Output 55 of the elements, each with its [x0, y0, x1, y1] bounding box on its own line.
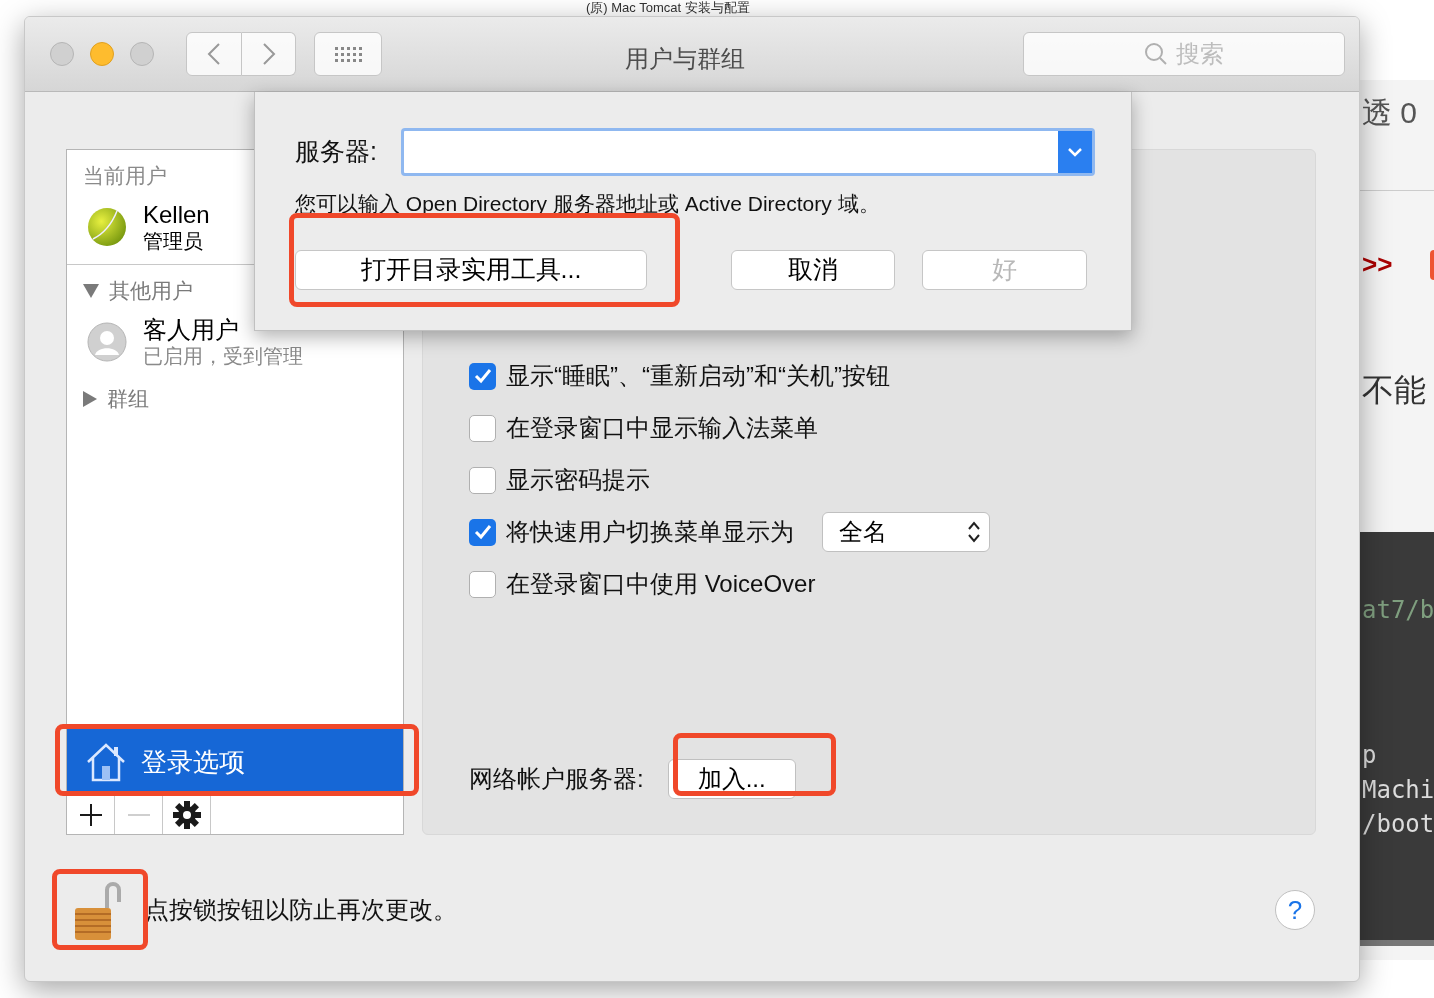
section-label: 当前用户 — [83, 163, 167, 190]
checkbox[interactable] — [469, 466, 496, 494]
code-line: p — [1362, 740, 1377, 771]
option-label: 在登录窗口中使用 VoiceOver — [506, 569, 816, 599]
house-icon — [85, 742, 127, 782]
checkbox[interactable] — [469, 362, 496, 390]
user-role: 管理员 — [143, 229, 204, 254]
forward-icon — [261, 42, 276, 66]
window-title: 用户与群组 — [625, 44, 745, 74]
network-server-label: 网络帐户服务器: — [469, 764, 644, 794]
page-text: 不能 — [1362, 371, 1426, 410]
option-label: 在登录窗口中显示输入法菜单 — [506, 413, 818, 443]
search-icon — [1144, 42, 1168, 66]
checkmark-icon — [473, 368, 492, 384]
plus-icon — [79, 804, 102, 826]
page-text: >> — [1362, 248, 1393, 281]
disclosure-triangle-expanded-icon[interactable] — [83, 284, 99, 298]
tennis-ball-avatar-icon — [87, 207, 127, 247]
help-button[interactable]: ? — [1275, 890, 1315, 930]
show-all-button[interactable] — [314, 32, 382, 76]
grid-icon — [334, 46, 362, 62]
gear-icon — [172, 801, 201, 829]
checkbox[interactable] — [469, 518, 496, 546]
minus-icon — [127, 813, 150, 817]
user-role: 已启用，受到管理 — [143, 344, 303, 369]
lock-hint: 点按锁按钮以防止再次更改。 — [145, 895, 457, 925]
option-label: 将快速用户切换菜单显示为 — [506, 517, 794, 547]
sheet-button[interactable]: 取消 — [731, 249, 895, 290]
user-name: 客人用户 — [143, 315, 240, 345]
sheet-button[interactable]: 打开目录实用工具... — [295, 249, 647, 290]
up-down-chevron-icon — [967, 520, 981, 544]
user-name: Kellen — [143, 200, 210, 230]
code-line: at7/b — [1362, 595, 1434, 626]
page-title: (原) Mac Tomcat 安装与配置 — [586, 0, 750, 15]
display-name-popup[interactable]: 全名 — [822, 512, 990, 552]
checkmark-icon — [473, 524, 492, 540]
section-label[interactable]: 其他用户 — [109, 275, 193, 307]
checkbox[interactable] — [469, 414, 496, 442]
option-label: 显示密码提示 — [506, 465, 650, 495]
back-icon — [207, 42, 221, 66]
user-silhouette-icon — [87, 322, 127, 362]
option-label: 显示“睡眠”、“重新启动”和“关机”按钮 — [506, 361, 890, 391]
page-text: 透 0 — [1362, 95, 1418, 131]
back-button[interactable] — [186, 32, 242, 76]
minimize-button[interactable] — [90, 42, 114, 66]
checkbox[interactable] — [469, 570, 496, 598]
code-line: Machi — [1362, 775, 1434, 806]
disclosure-triangle-collapsed-icon[interactable] — [83, 391, 97, 407]
code-line: /boot — [1362, 809, 1434, 840]
server-combo-field[interactable] — [400, 128, 1095, 176]
chevron-down-icon — [1067, 147, 1083, 157]
dropdown-button[interactable] — [1058, 131, 1092, 173]
server-label: 服务器: — [295, 136, 377, 168]
section-label[interactable]: 群组 — [107, 383, 149, 415]
forward-button[interactable] — [242, 32, 296, 76]
